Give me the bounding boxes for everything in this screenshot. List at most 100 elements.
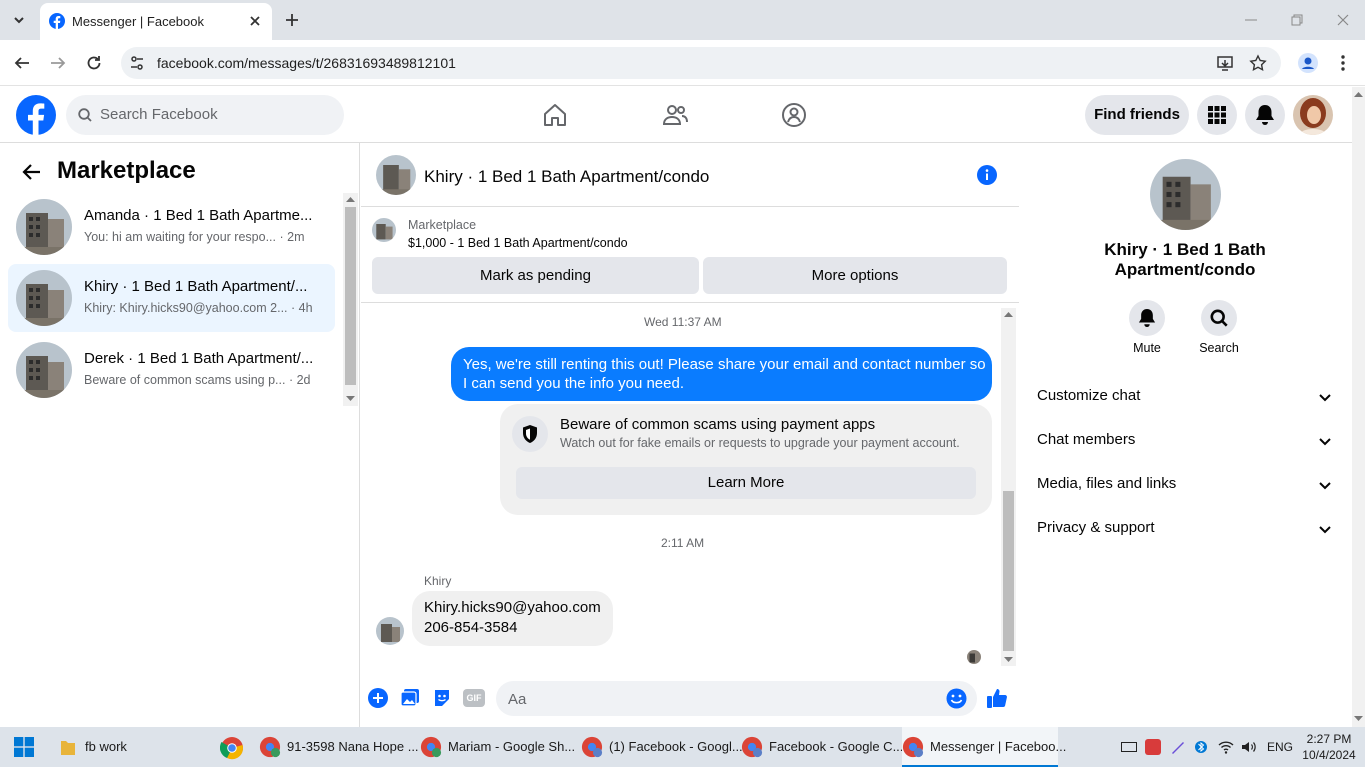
close-tab-icon[interactable]: [246, 12, 264, 30]
chrome-profile-icon: [741, 736, 763, 758]
emoji-button[interactable]: [946, 688, 967, 709]
mark-as-pending-button[interactable]: Mark as pending: [372, 257, 699, 294]
conversation-item[interactable]: Derek · 1 Bed 1 Bath Apartment/... Bewar…: [8, 336, 335, 404]
nav-home[interactable]: [542, 102, 568, 128]
conversation-time: · 2d: [288, 373, 311, 387]
customize-chat-section[interactable]: Customize chat: [1037, 387, 1140, 404]
notifications-button[interactable]: [1245, 95, 1285, 135]
conversation-info-button[interactable]: [976, 164, 998, 186]
clock[interactable]: 2:27 PM 10/4/2024: [1300, 731, 1358, 763]
details-avatar[interactable]: [1150, 159, 1221, 230]
taskbar-item-chrome-window-active[interactable]: Messenger | Faceboo...: [902, 727, 1066, 767]
attach-photo-button[interactable]: [400, 688, 420, 708]
taskbar-item-chrome-window[interactable]: Mariam - Google Sh...: [420, 727, 575, 767]
message-input[interactable]: Aa: [496, 681, 977, 716]
chat-members-section[interactable]: Chat members: [1037, 431, 1135, 448]
start-button[interactable]: [14, 737, 34, 757]
battery-icon[interactable]: [1121, 742, 1137, 752]
facebook-favicon-icon: [49, 13, 65, 29]
site-info-icon[interactable]: [128, 54, 146, 72]
chevron-down-icon[interactable]: [1318, 434, 1332, 448]
chevron-down-icon[interactable]: [1318, 390, 1332, 404]
taskbar-item-label: (1) Facebook - Googl...: [609, 739, 743, 754]
profile-icon[interactable]: [1298, 53, 1318, 73]
wifi-icon[interactable]: [1218, 739, 1234, 755]
nav-groups[interactable]: [781, 102, 807, 128]
gif-button[interactable]: GIF: [463, 689, 485, 707]
listing-thumbnail[interactable]: [372, 218, 396, 242]
search-placeholder: Search Facebook: [100, 106, 218, 123]
mute-button[interactable]: [1129, 300, 1165, 336]
nav-friends[interactable]: [662, 102, 688, 128]
chevron-down-icon[interactable]: [1318, 478, 1332, 492]
search-in-conversation-button[interactable]: [1201, 300, 1237, 336]
close-window-button[interactable]: [1335, 12, 1351, 28]
bluetooth-icon[interactable]: [1195, 739, 1207, 755]
account-avatar[interactable]: [1293, 95, 1333, 135]
url-text: facebook.com/messages/t/2683169348981210…: [157, 55, 456, 71]
listing-thumbnail-icon: [376, 155, 416, 195]
back-button[interactable]: [12, 53, 32, 73]
install-app-icon[interactable]: [1216, 54, 1234, 72]
page-scrollbar[interactable]: [1352, 87, 1365, 727]
search-icon: [1210, 309, 1228, 327]
timestamp: Wed 11:37 AM: [644, 315, 722, 329]
minimize-button[interactable]: [1243, 12, 1259, 28]
taskbar-item-chrome[interactable]: [220, 736, 244, 760]
more-options-button[interactable]: More options: [703, 257, 1007, 294]
search-label: Search: [1199, 341, 1239, 355]
facebook-logo-icon: [16, 95, 56, 135]
browser-tab[interactable]: Messenger | Facebook: [40, 3, 272, 40]
chevron-down-icon[interactable]: [1318, 522, 1332, 536]
back-button[interactable]: [21, 161, 43, 183]
outgoing-message-bubble[interactable]: Yes, we're still renting this out! Pleas…: [451, 347, 992, 401]
forward-button[interactable]: [48, 53, 68, 73]
facebook-search-input[interactable]: Search Facebook: [66, 95, 344, 135]
chat-title[interactable]: Khiry · 1 Bed 1 Bath Apartment/condo: [424, 167, 709, 187]
tab-search-button[interactable]: [8, 9, 30, 31]
scroll-up-icon: [1354, 92, 1363, 97]
browser-menu-icon[interactable]: [1334, 53, 1352, 73]
listing-thumbnail-icon: [16, 270, 72, 326]
restore-button[interactable]: [1289, 12, 1305, 28]
conversation-list-scrollbar[interactable]: [343, 193, 358, 406]
conversation-item-selected[interactable]: Khiry · 1 Bed 1 Bath Apartment/... Khiry…: [8, 264, 335, 332]
taskbar-item-chrome-window[interactable]: 91-3598 Nana Hope ...: [259, 727, 419, 767]
menu-button[interactable]: [1197, 95, 1237, 135]
new-tab-button[interactable]: [283, 11, 301, 29]
privacy-support-section[interactable]: Privacy & support: [1037, 519, 1155, 536]
listing-title[interactable]: $1,000 - 1 Bed 1 Bath Apartment/condo: [408, 236, 628, 250]
conversation-item[interactable]: Amanda · 1 Bed 1 Bath Apartme... You: hi…: [8, 193, 335, 261]
chat-scrollbar[interactable]: [1001, 308, 1016, 666]
pen-icon[interactable]: [1170, 739, 1186, 755]
scam-warning-card: Beware of common scams using payment app…: [500, 404, 992, 515]
taskbar-item-chrome-window[interactable]: Facebook - Google C...: [741, 727, 903, 767]
find-friends-button[interactable]: Find friends: [1085, 95, 1189, 135]
media-files-links-section[interactable]: Media, files and links: [1037, 475, 1176, 492]
thumbs-up-icon: [987, 689, 1007, 708]
groups-icon: [782, 103, 806, 127]
incoming-message-bubble[interactable]: Khiry.hicks90@yahoo.com 206-854-3584: [412, 591, 613, 646]
listing-thumbnail-icon: [967, 650, 981, 664]
taskbar-item-chrome-window[interactable]: (1) Facebook - Googl...: [581, 727, 743, 767]
more-actions-button[interactable]: [368, 688, 388, 708]
facebook-logo[interactable]: [16, 95, 56, 135]
gif-icon: GIF: [466, 693, 482, 703]
reload-icon: [87, 56, 101, 70]
chat-avatar[interactable]: [376, 155, 416, 195]
language-indicator[interactable]: ENG: [1267, 740, 1293, 754]
tray-app-icon[interactable]: [1145, 739, 1161, 755]
taskbar-item-folder[interactable]: fb work: [58, 727, 127, 767]
scrollbar-thumb[interactable]: [345, 207, 356, 385]
bookmark-star-icon[interactable]: [1249, 54, 1267, 72]
learn-more-button[interactable]: Learn More: [516, 467, 976, 499]
volume-icon[interactable]: [1241, 739, 1257, 755]
sender-avatar[interactable]: [376, 617, 404, 645]
scrollbar-thumb[interactable]: [1003, 491, 1014, 651]
timestamp: 2:11 AM: [661, 536, 705, 550]
sticker-button[interactable]: [432, 688, 452, 708]
like-button[interactable]: [986, 687, 1008, 709]
reload-button[interactable]: [84, 53, 104, 73]
conversation-name: Khiry · 1 Bed 1 Bath Apartment/...: [84, 278, 308, 295]
folder-icon: [61, 741, 75, 755]
